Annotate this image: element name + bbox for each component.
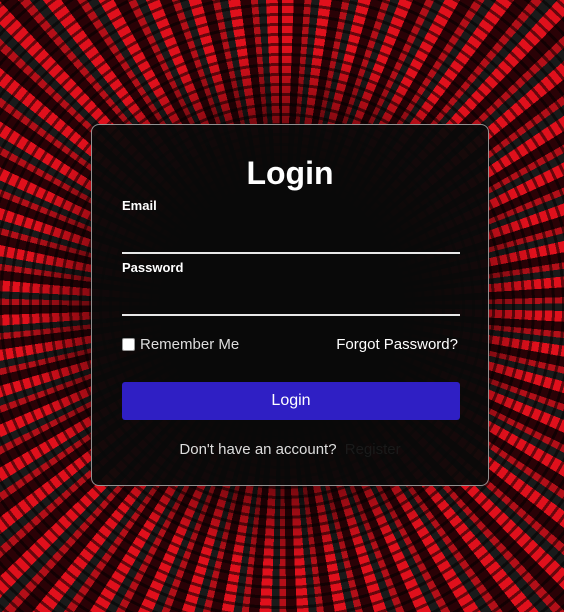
remember-label: Remember Me: [140, 336, 240, 353]
email-label: Email: [122, 198, 157, 213]
page-title: Login: [246, 155, 334, 191]
register-row: Don't have an account? Register: [92, 441, 488, 458]
email-field[interactable]: [122, 226, 460, 254]
password-label: Password: [122, 260, 184, 275]
password-field[interactable]: [122, 288, 460, 316]
remember-checkbox[interactable]: [122, 338, 135, 351]
remember-me: Remember Me: [122, 336, 239, 353]
register-link[interactable]: Register: [345, 441, 401, 458]
register-prompt: Don't have an account?: [179, 441, 337, 458]
login-card: Login Email Password Remember Me Forgot …: [91, 124, 489, 486]
forgot-password-link[interactable]: Forgot Password?: [336, 336, 458, 353]
login-button[interactable]: Login: [122, 382, 460, 420]
